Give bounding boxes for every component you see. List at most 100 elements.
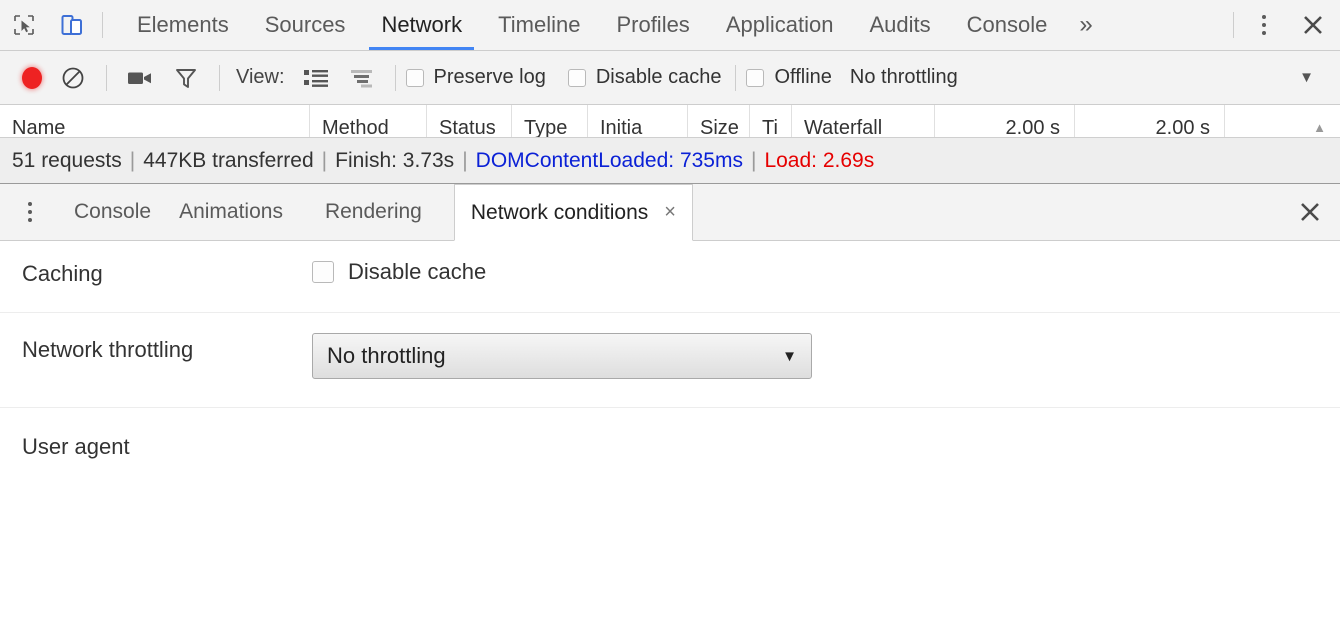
drawer-tab-close-icon[interactable]: × — [664, 201, 676, 224]
main-tabbar: Elements Sources Network Timeline Profil… — [0, 0, 1340, 51]
network-summary-bar: 51 requests | 447KB transferred | Finish… — [0, 138, 1340, 184]
waterfall-tick-1: 2.00 s — [935, 105, 1075, 137]
network-throttling-field: No throttling ▼ — [312, 313, 1340, 379]
more-tabs-chevron-icon[interactable]: » — [1065, 0, 1106, 50]
caching-row: Caching Disable cache — [0, 241, 1340, 312]
chevron-down-icon: ▼ — [782, 347, 797, 365]
drawer-tab-network-conditions[interactable]: Network conditions × — [453, 184, 693, 241]
drawer-close-icon[interactable] — [1280, 184, 1340, 240]
request-table-header: Name Method Status Type Initia Size Ti W… — [0, 105, 1340, 138]
throttling-selector[interactable]: No throttling — [850, 66, 958, 89]
toolbar-divider — [219, 64, 220, 91]
main-tabbar-right — [1225, 0, 1340, 50]
summary-separator: | — [129, 148, 136, 172]
summary-finish: Finish: 3.73s — [335, 148, 455, 172]
preserve-log-checkbox-box[interactable] — [405, 68, 424, 87]
tab-timeline[interactable]: Timeline — [480, 0, 598, 50]
record-button[interactable] — [22, 66, 42, 89]
network-throttling-selected-value: No throttling — [327, 343, 446, 368]
offline-checkbox[interactable]: Offline — [746, 66, 832, 89]
view-label: View: — [236, 66, 285, 88]
drawer-tab-animations-label: Animations — [179, 200, 283, 223]
main-tab-list: Elements Sources Network Timeline Profil… — [119, 0, 1107, 50]
tab-network[interactable]: Network — [363, 0, 480, 50]
list-view-icon[interactable] — [293, 59, 339, 97]
camera-icon[interactable] — [117, 59, 163, 97]
disable-cache-label: Disable cache — [595, 66, 722, 88]
toolbar-divider — [394, 64, 396, 91]
column-header-size[interactable]: Size — [688, 105, 750, 137]
column-header-waterfall[interactable]: Waterfall — [792, 105, 935, 137]
drawer-tab-console[interactable]: Console — [60, 184, 165, 240]
waterfall-view-icon[interactable] — [339, 59, 385, 97]
preserve-log-label: Preserve log — [433, 66, 546, 88]
tab-profiles-label: Profiles — [616, 12, 690, 37]
disable-cache-checkbox[interactable]: Disable cache — [312, 259, 1340, 285]
column-header-initiator[interactable]: Initia — [588, 105, 688, 137]
user-agent-row: User agent — [0, 407, 1340, 607]
tab-audits-label: Audits — [869, 12, 931, 37]
tab-application-label: Application — [725, 12, 834, 37]
toolbar-divider — [106, 64, 107, 91]
chevron-down-icon[interactable]: ▼ — [1299, 69, 1314, 86]
summary-separator: | — [750, 148, 757, 172]
network-throttling-label: Network throttling — [22, 337, 194, 362]
user-agent-field — [312, 408, 1340, 426]
drawer-tab-network-conditions-label: Network conditions — [470, 200, 649, 224]
tab-sources[interactable]: Sources — [247, 0, 364, 50]
summary-separator: | — [321, 148, 328, 172]
tab-console-label: Console — [966, 12, 1048, 37]
offline-checkbox-box[interactable] — [746, 68, 765, 87]
drawer-tab-rendering[interactable]: Rendering — [311, 184, 436, 240]
summary-load: Load: 2.69s — [764, 148, 875, 172]
more-tabs-label: » — [1079, 11, 1093, 38]
toolbar-divider — [102, 12, 103, 38]
network-throttling-row: Network throttling No throttling ▼ — [0, 312, 1340, 407]
network-throttling-select[interactable]: No throttling ▼ — [312, 333, 812, 379]
drawer-kebab-menu-icon[interactable] — [0, 184, 60, 240]
tab-timeline-label: Timeline — [498, 12, 581, 37]
user-agent-label: User agent — [22, 434, 130, 459]
toolbar-divider — [1233, 12, 1234, 38]
inspect-cursor-icon[interactable] — [0, 0, 48, 50]
tab-elements[interactable]: Elements — [119, 0, 247, 50]
summary-separator: | — [462, 148, 468, 172]
column-header-status[interactable]: Status — [427, 105, 512, 137]
device-toolbar-icon[interactable] — [48, 0, 96, 50]
close-icon[interactable] — [1286, 0, 1340, 50]
drawer-tab-animations[interactable]: Animations — [165, 184, 297, 240]
preserve-log-checkbox[interactable]: Preserve log — [405, 66, 546, 89]
tab-network-label: Network — [381, 12, 463, 37]
column-header-time[interactable]: Ti — [750, 105, 792, 137]
tab-console[interactable]: Console — [949, 0, 1066, 50]
summary-domcontentloaded: DOMContentLoaded: 735ms — [475, 148, 743, 172]
tab-profiles[interactable]: Profiles — [598, 0, 707, 50]
devtools-window: Elements Sources Network Timeline Profil… — [0, 0, 1340, 640]
waterfall-tick-2: 2.00 s — [1075, 105, 1225, 137]
tab-sources-label: Sources — [264, 12, 346, 37]
drawer-tab-rendering-label: Rendering — [324, 200, 422, 223]
kebab-menu-icon[interactable] — [1242, 0, 1286, 50]
caching-label: Caching — [22, 261, 103, 286]
network-conditions-panel: Caching Disable cache Network throttling… — [0, 241, 1340, 640]
tab-elements-label: Elements — [137, 12, 229, 37]
tab-audits[interactable]: Audits — [851, 0, 948, 50]
disable-cache-checkbox[interactable]: Disable cache — [567, 66, 722, 89]
disable-cache-checkbox-box[interactable] — [567, 68, 586, 87]
column-header-method[interactable]: Method — [310, 105, 427, 137]
scroll-up-arrow-icon[interactable]: ▲ — [1313, 120, 1340, 137]
column-header-name[interactable]: Name — [0, 105, 310, 137]
network-toolbar: View: Preserve log Disable cache Offline… — [0, 51, 1340, 105]
caching-field: Disable cache — [312, 241, 1340, 285]
disable-cache-label: Disable cache — [348, 259, 487, 284]
drawer-tab-console-label: Console — [74, 200, 152, 223]
column-header-type[interactable]: Type — [512, 105, 588, 137]
offline-label: Offline — [774, 66, 832, 88]
toolbar-divider — [735, 64, 737, 91]
drawer-tabbar: Console Animations Rendering Network con… — [0, 184, 1340, 241]
summary-transferred: 447KB transferred — [143, 148, 314, 172]
filter-funnel-icon[interactable] — [163, 59, 209, 97]
clear-icon[interactable] — [50, 59, 96, 97]
disable-cache-checkbox-box[interactable] — [312, 261, 334, 283]
tab-application[interactable]: Application — [708, 0, 852, 50]
